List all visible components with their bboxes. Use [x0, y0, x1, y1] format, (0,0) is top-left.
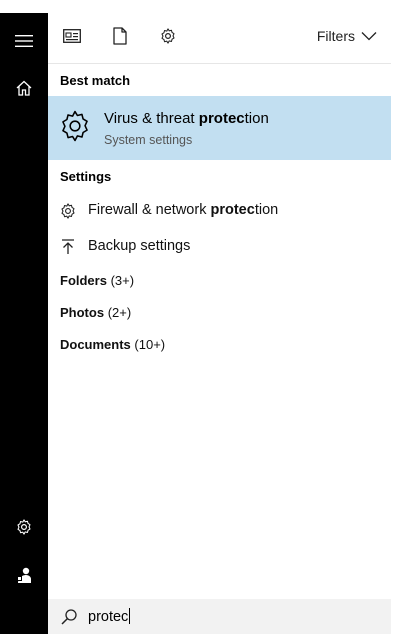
result-label: Backup settings — [88, 238, 190, 254]
best-match-title: Virus & threat protection — [104, 110, 269, 127]
home-button[interactable] — [0, 64, 48, 112]
chevron-down-icon — [361, 28, 377, 44]
text-caret — [129, 608, 131, 624]
apps-filter-button[interactable] — [60, 26, 84, 50]
hamburger-menu-button[interactable] — [0, 17, 48, 65]
gear-icon — [58, 109, 92, 148]
user-account-button[interactable] — [0, 551, 48, 599]
results-toolbar: Filters — [48, 13, 391, 64]
result-backup-settings[interactable]: Backup settings — [48, 230, 391, 264]
group-label: Photos — [60, 305, 105, 320]
result-text: Backup settings — [88, 238, 191, 254]
group-count: (2+) — [107, 305, 132, 320]
title-rest-text: tion — [244, 110, 269, 127]
result-rest-text: tion — [254, 202, 279, 218]
search-results-panel: Filters Best match Virus & threat protec… — [48, 13, 391, 634]
hamburger-menu-icon — [15, 34, 33, 48]
news-apps-icon — [63, 28, 81, 49]
group-label: Documents — [60, 337, 131, 352]
home-icon — [15, 79, 33, 97]
result-label: Firewall & network protection — [88, 202, 278, 218]
group-count: (10+) — [134, 337, 166, 352]
result-match-text: protec — [210, 202, 255, 218]
search-box[interactable]: protec — [48, 599, 391, 634]
left-rail — [0, 13, 48, 634]
filters-dropdown[interactable]: Filters — [317, 28, 377, 44]
gear-icon — [59, 202, 77, 225]
documents-icon — [113, 26, 127, 50]
filters-label: Filters — [316, 28, 355, 44]
user-account-icon — [15, 566, 33, 584]
best-match-header: Best match — [60, 73, 131, 88]
settings-header: Settings — [60, 169, 112, 184]
documents-filter-button[interactable] — [108, 26, 132, 50]
group-count: (3+) — [110, 273, 135, 288]
best-match-result[interactable]: Virus & threat protection System setting… — [48, 96, 391, 160]
group-documents[interactable]: Documents (10+) — [60, 337, 165, 352]
search-query-text: protec — [88, 609, 129, 625]
result-firewall-network-protection[interactable]: Firewall & network protection — [48, 194, 391, 228]
search-icon — [60, 608, 78, 631]
search-input[interactable]: protec — [88, 608, 131, 625]
title-text: Virus & threat — [104, 110, 199, 127]
group-folders[interactable]: Folders (3+) — [60, 273, 134, 288]
settings-gear-icon — [15, 518, 33, 536]
settings-button[interactable] — [0, 503, 48, 551]
result-text: Firewall & network — [88, 202, 211, 218]
backup-arrow-icon — [59, 238, 77, 261]
group-label: Folders — [60, 273, 107, 288]
title-match-text: protec — [198, 110, 245, 127]
settings-filter-button[interactable] — [156, 26, 180, 50]
best-match-subtitle: System settings — [104, 133, 193, 147]
settings-filter-icon — [159, 27, 177, 50]
group-photos[interactable]: Photos (2+) — [60, 305, 131, 320]
